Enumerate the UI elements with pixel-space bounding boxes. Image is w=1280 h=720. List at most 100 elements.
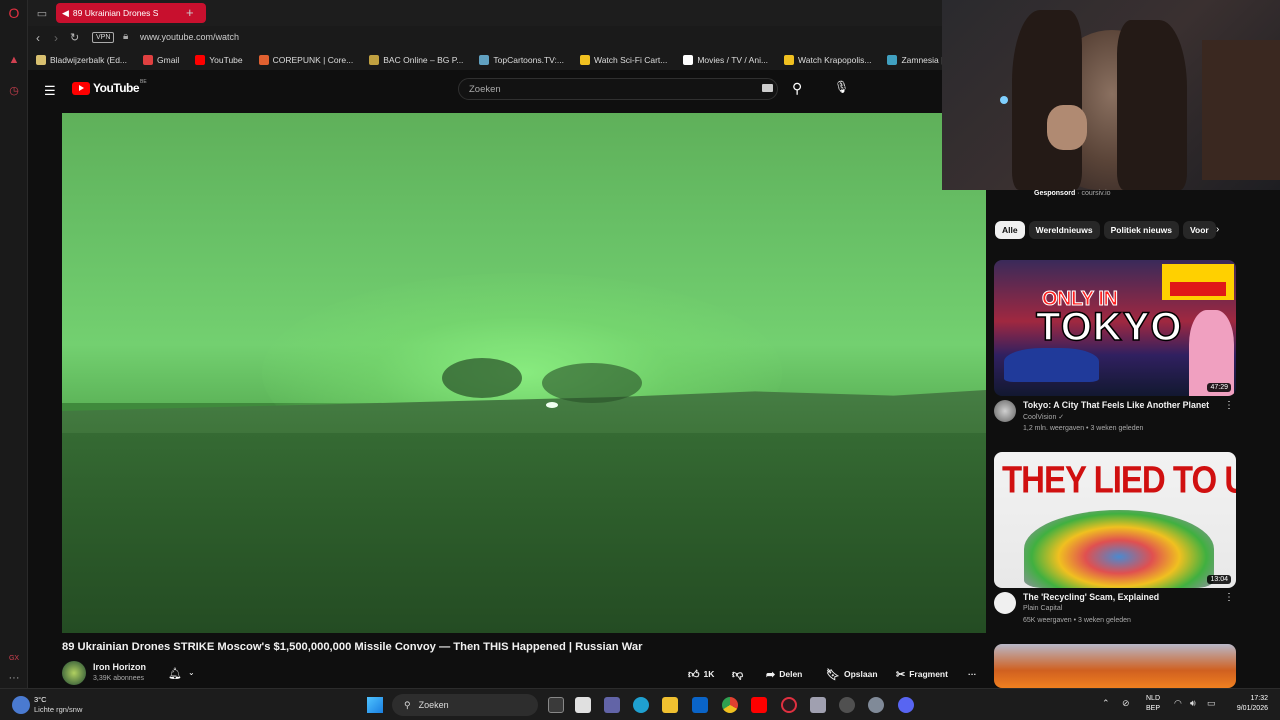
folder-icon <box>36 55 46 65</box>
clock[interactable]: 17:32 9/01/2026 <box>1230 694 1268 714</box>
app-icon[interactable] <box>839 697 855 713</box>
history-icon[interactable]: ◷ <box>6 82 22 98</box>
opera-logo-icon[interactable]: O <box>6 5 22 21</box>
microphone-icon[interactable]: 🎙︎ <box>834 80 849 94</box>
video-thumbnail[interactable]: THEY LIED TO US 13:04 <box>994 452 1236 588</box>
recommendation-item[interactable]: ONLY IN TOKYO 47:29 Tokyo: A City That F… <box>994 260 1236 448</box>
gx-icon[interactable]: GX <box>6 650 22 666</box>
recommendation-title[interactable]: The 'Recycling' Scam, Explained <box>1023 592 1219 602</box>
weather-icon[interactable] <box>12 696 30 714</box>
video-thumbnail[interactable] <box>994 644 1236 688</box>
opera-icon[interactable] <box>781 697 797 713</box>
bookmark-item[interactable]: Bladwijzerbalk (Ed... <box>36 55 127 65</box>
share-button[interactable]: ➦ Delen <box>766 666 802 682</box>
bookmark-item[interactable]: YouTube <box>195 55 243 65</box>
search-input[interactable]: Zoeken <box>458 78 778 100</box>
save-label: Opslaan <box>843 669 878 679</box>
channel-avatar[interactable] <box>994 592 1016 614</box>
recommendation-item[interactable]: THEY LIED TO US 13:04 The 'Recycling' Sc… <box>994 452 1236 640</box>
weather-temperature[interactable]: 3°C <box>34 695 47 704</box>
clip-label: Fragment <box>909 669 948 679</box>
outlook-icon[interactable] <box>692 697 708 713</box>
tab-title: 89 Ukrainian Drones S <box>72 8 159 18</box>
file-explorer-icon[interactable] <box>662 697 678 713</box>
battery-icon[interactable]: ▭ <box>1207 698 1216 709</box>
bookmark-item[interactable]: TopCartoons.TV:... <box>479 55 564 65</box>
tab-menu-icon[interactable]: ▭ <box>34 5 50 21</box>
url-field[interactable]: www.youtube.com/watch <box>140 32 239 42</box>
network-icon[interactable]: ◠ <box>1174 698 1182 709</box>
tray-icon[interactable]: ⊘ <box>1122 698 1130 709</box>
corepunk-icon <box>258 55 269 65</box>
clip-button[interactable]: ✂ Fragment <box>896 666 948 682</box>
dislike-button[interactable]: 👎︎ <box>732 666 743 682</box>
discord-icon[interactable] <box>898 697 914 713</box>
chrome-icon[interactable] <box>722 697 738 713</box>
vpn-badge[interactable]: VPN <box>92 32 115 43</box>
channel-avatar[interactable] <box>994 400 1016 422</box>
sidebar-more-icon[interactable]: ··· <box>6 670 22 686</box>
calculator-icon[interactable] <box>810 697 826 713</box>
video-title: 89 Ukrainian Drones STRIKE Moscow's $1,5… <box>62 641 643 653</box>
chip-political-news[interactable]: Politiek nieuws <box>1103 221 1179 239</box>
more-options-icon[interactable]: ⋮ <box>1224 592 1234 603</box>
recommendation-channel[interactable]: CoolVision ✓ <box>1023 413 1064 421</box>
start-button[interactable] <box>367 697 383 713</box>
channel-name[interactable]: Iron Horizon <box>93 662 146 672</box>
webcam-background <box>1202 40 1280 180</box>
edge-icon[interactable] <box>633 697 649 713</box>
task-view-icon[interactable] <box>548 697 564 713</box>
search-icon: ⚲ <box>404 699 411 710</box>
keyboard-icon[interactable] <box>762 84 773 92</box>
new-tab-button[interactable]: + <box>186 5 194 20</box>
menu-icon[interactable]: ☰ <box>44 83 56 99</box>
scissors-icon: ✂ <box>896 668 906 681</box>
more-actions-button[interactable]: ··· <box>968 666 977 682</box>
duration-badge: 13:04 <box>1207 575 1231 584</box>
channel-avatar[interactable] <box>62 661 86 685</box>
lock-icon[interactable]: 🔒︎ <box>123 31 128 42</box>
taskbar-search[interactable]: ⚲ Zoeken <box>392 694 538 716</box>
recommendation-item[interactable] <box>994 644 1236 688</box>
tab-active[interactable]: ◀ 89 Ukrainian Drones S <box>56 3 206 23</box>
chip-all[interactable]: Alle <box>995 221 1025 239</box>
store-icon[interactable] <box>575 697 591 713</box>
forward-icon[interactable]: › <box>54 31 58 45</box>
more-options-icon[interactable]: ⋮ <box>1224 400 1234 411</box>
bookmark-item[interactable]: Watch Sci-Fi Cart... <box>579 55 667 65</box>
bookmark-item[interactable]: BAC Online – BG P... <box>369 55 463 65</box>
recommendation-info: The 'Recycling' Scam, Explained Plain Ca… <box>994 588 1236 640</box>
bookmark-item[interactable]: Movies / TV / Ani... <box>683 55 768 65</box>
like-button[interactable]: 👍︎ 1K <box>688 666 714 682</box>
reload-icon[interactable]: ↻ <box>70 31 79 44</box>
language-indicator[interactable]: NLD BEP <box>1146 694 1160 714</box>
weather-description[interactable]: Lichte rgn/snw <box>34 705 82 714</box>
chevron-right-icon[interactable]: › <box>1216 224 1219 235</box>
search-icon[interactable]: ⚲ <box>792 80 802 97</box>
bookmark-item[interactable]: Zamnesia | Het Be <box>887 55 942 65</box>
settings-icon[interactable] <box>868 697 884 713</box>
chevron-down-icon[interactable]: ⌄ <box>188 668 195 677</box>
bookmark-item[interactable]: Watch Krapopolis... <box>784 55 871 65</box>
video-thumbnail[interactable]: ONLY IN TOKYO 47:29 <box>994 260 1236 396</box>
smile-icon <box>579 55 590 65</box>
bell-icon[interactable]: 🔔︎ <box>168 667 182 680</box>
volume-icon[interactable]: 🔊︎ <box>1190 698 1196 709</box>
chip-world-news[interactable]: Wereldnieuws <box>1028 221 1100 239</box>
recommendation-title[interactable]: Tokyo: A City That Feels Like Another Pl… <box>1023 400 1219 410</box>
sponsored-line[interactable]: Gesponsord · coursiv.io <box>1034 190 1111 197</box>
recommendation-channel[interactable]: Plain Capital <box>1023 605 1062 612</box>
video-player[interactable] <box>62 113 986 633</box>
bookmark-item[interactable]: Gmail <box>143 55 179 65</box>
tray-chevron-icon[interactable]: ⌃ <box>1102 698 1110 709</box>
bookmark-item[interactable]: COREPUNK | Core... <box>258 55 353 65</box>
teams-icon[interactable] <box>604 697 620 713</box>
save-button[interactable]: 🔖︎ Opslaan <box>826 666 878 682</box>
back-icon[interactable]: ‹ <box>36 31 40 45</box>
youtube-wordmark: YouTube <box>93 81 140 95</box>
chip-for-you[interactable]: Voor <box>1183 221 1216 239</box>
youtube-logo[interactable]: YouTube BE <box>72 79 147 95</box>
thumbnail-sign <box>1170 282 1226 296</box>
aria-icon[interactable]: ▲ <box>6 52 22 68</box>
youtube-app-icon[interactable] <box>751 697 767 713</box>
